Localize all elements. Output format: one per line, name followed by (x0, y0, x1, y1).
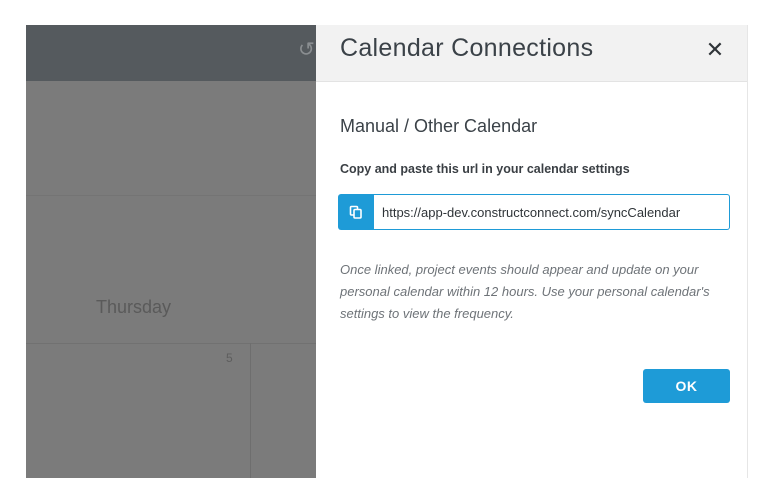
calendar-background-overlay[interactable]: ↺ Thursday 5 (26, 25, 316, 478)
calendar-url-field[interactable] (374, 194, 730, 230)
day-label: Thursday (96, 297, 172, 317)
frame-border (747, 25, 748, 478)
section-title: Manual / Other Calendar (340, 116, 538, 136)
divider (26, 343, 316, 344)
calendar-header: ↺ (26, 25, 316, 81)
sync-note: Once linked, project events should appea… (340, 262, 710, 321)
ok-button[interactable]: OK (643, 369, 730, 403)
calendar-connections-dialog: Calendar Connections ✕ Manual / Other Ca… (316, 25, 747, 478)
dialog-header: Calendar Connections ✕ (316, 25, 747, 82)
divider (26, 195, 316, 196)
calendar-grid-line (250, 343, 251, 478)
dialog-title: Calendar Connections (340, 34, 594, 62)
history-icon: ↺ (298, 37, 315, 61)
calendar-url-group (338, 194, 730, 230)
url-instruction-label: Copy and paste this url in your calendar… (340, 162, 630, 176)
calendar-date-number: 5 (226, 351, 233, 365)
copy-url-button[interactable] (338, 194, 374, 230)
copy-icon (349, 205, 362, 219)
close-icon[interactable]: ✕ (703, 37, 727, 65)
screenshot-frame: ↺ Thursday 5 Calendar Connections ✕ Manu… (0, 0, 758, 496)
